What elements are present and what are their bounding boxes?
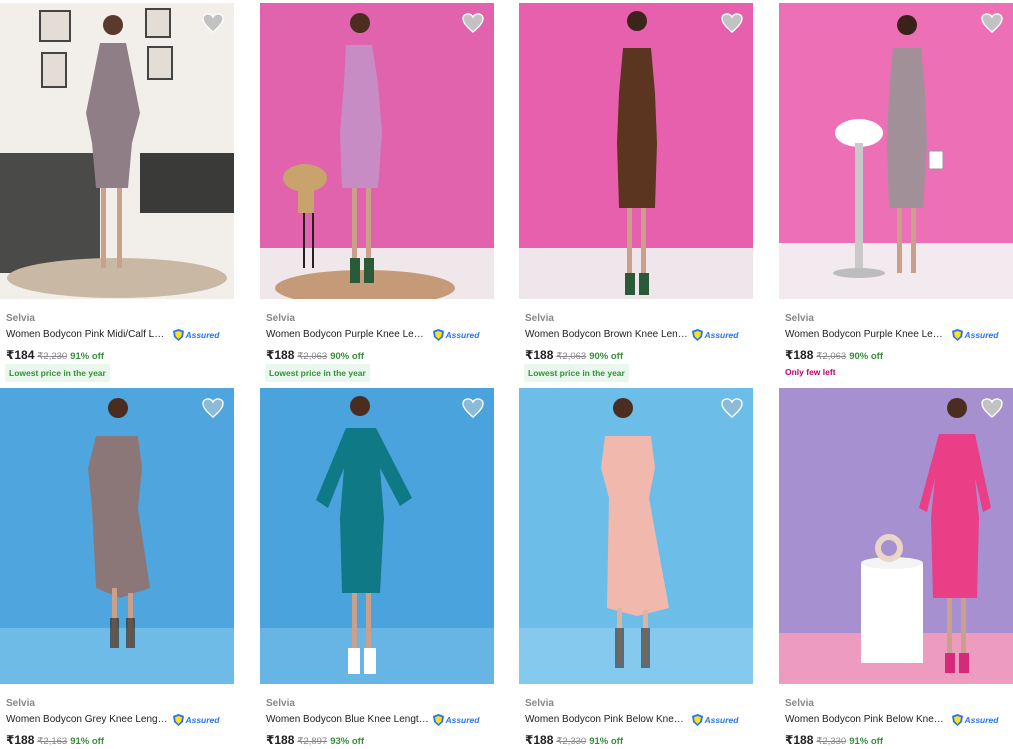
shield-icon [433, 713, 445, 726]
product-image[interactable] [260, 3, 494, 299]
brand-name: Selvia [6, 698, 35, 709]
product-card[interactable]: Selvia Women Bodycon Blue Knee Length Dr… [260, 388, 494, 747]
heart-icon[interactable] [981, 398, 1003, 418]
brand-name: Selvia [525, 313, 554, 324]
price-tag: Lowest price in the year [265, 364, 370, 382]
heart-icon[interactable] [721, 398, 743, 418]
product-title[interactable]: Women Bodycon Pink Below Knee Dress [525, 714, 688, 725]
discount: 90% off [330, 351, 364, 362]
brand-name: Selvia [785, 313, 814, 324]
product-card[interactable]: Selvia Women Bodycon Pink Midi/Calf Leng… [0, 3, 234, 382]
shield-icon [173, 713, 185, 726]
discount: 91% off [70, 351, 104, 362]
product-image[interactable] [519, 3, 753, 299]
brand-name: Selvia [525, 698, 554, 709]
assured-badge: Assured [692, 328, 738, 341]
product-image[interactable] [260, 388, 494, 684]
heart-icon[interactable] [721, 13, 743, 33]
discount: 90% off [589, 351, 623, 362]
heart-icon[interactable] [202, 13, 224, 33]
price-tag: Lowest price in the year [5, 364, 110, 382]
selling-price: ₹184 [6, 348, 35, 362]
product-card[interactable]: Selvia Women Bodycon Grey Knee Length Dr… [0, 388, 234, 747]
shield-icon [952, 328, 964, 341]
heart-icon[interactable] [462, 13, 484, 33]
assured-badge: Assured [173, 713, 219, 726]
product-card[interactable]: Selvia Women Bodycon Pink Below Knee Dre… [519, 388, 753, 747]
assured-badge: Assured [952, 713, 998, 726]
product-title[interactable]: Women Bodycon Grey Knee Length Dress [6, 714, 169, 725]
product-card[interactable]: Selvia Women Bodycon Brown Knee Length D… [519, 3, 753, 382]
assured-badge: Assured [433, 328, 479, 341]
product-title[interactable]: Women Bodycon Blue Knee Length Dress [266, 714, 429, 725]
shield-icon [952, 713, 964, 726]
discount: 91% off [70, 736, 104, 747]
shield-icon [433, 328, 445, 341]
shield-icon [173, 328, 185, 341]
original-price: ₹2,063 [556, 351, 587, 362]
selling-price: ₹188 [785, 348, 814, 362]
product-image[interactable] [0, 3, 234, 299]
original-price: ₹2,330 [556, 736, 587, 747]
stock-status: Only few left [785, 367, 836, 377]
product-title[interactable]: Women Bodycon Pink Below Knee Dress [785, 714, 948, 725]
brand-name: Selvia [785, 698, 814, 709]
assured-badge: Assured [692, 713, 738, 726]
brand-name: Selvia [266, 698, 295, 709]
assured-badge: Assured [433, 713, 479, 726]
product-image[interactable] [779, 388, 1013, 684]
discount: 91% off [589, 736, 623, 747]
product-image[interactable] [0, 388, 234, 684]
brand-name: Selvia [266, 313, 295, 324]
product-card[interactable]: Selvia Women Bodycon Purple Knee Length … [260, 3, 494, 382]
assured-badge: Assured [952, 328, 998, 341]
original-price: ₹2,330 [816, 736, 847, 747]
shield-icon [692, 713, 704, 726]
original-price: ₹2,163 [37, 736, 68, 747]
selling-price: ₹188 [525, 348, 554, 362]
heart-icon[interactable] [462, 398, 484, 418]
product-card[interactable]: Selvia Women Bodycon Purple Knee Length … [779, 3, 1013, 377]
selling-price: ₹188 [266, 348, 295, 362]
assured-badge: Assured [173, 328, 219, 341]
product-title[interactable]: Women Bodycon Purple Knee Length Dress [785, 329, 948, 340]
product-image[interactable] [519, 388, 753, 684]
product-title[interactable]: Women Bodycon Brown Knee Length Dress [525, 329, 688, 340]
discount: 93% off [330, 736, 364, 747]
original-price: ₹2,230 [37, 351, 68, 362]
product-image[interactable] [779, 3, 1013, 299]
discount: 90% off [849, 351, 883, 362]
product-title[interactable]: Women Bodycon Pink Midi/Calf Length Dres… [6, 329, 169, 340]
original-price: ₹2,063 [816, 351, 847, 362]
heart-icon[interactable] [202, 398, 224, 418]
brand-name: Selvia [6, 313, 35, 324]
price-tag: Lowest price in the year [524, 364, 629, 382]
discount: 91% off [849, 736, 883, 747]
product-card[interactable]: Selvia Women Bodycon Pink Below Knee Dre… [779, 388, 1013, 747]
heart-icon[interactable] [981, 13, 1003, 33]
shield-icon [692, 328, 704, 341]
original-price: ₹2,897 [297, 736, 328, 747]
product-title[interactable]: Women Bodycon Purple Knee Length Dress [266, 329, 429, 340]
original-price: ₹2,063 [297, 351, 328, 362]
